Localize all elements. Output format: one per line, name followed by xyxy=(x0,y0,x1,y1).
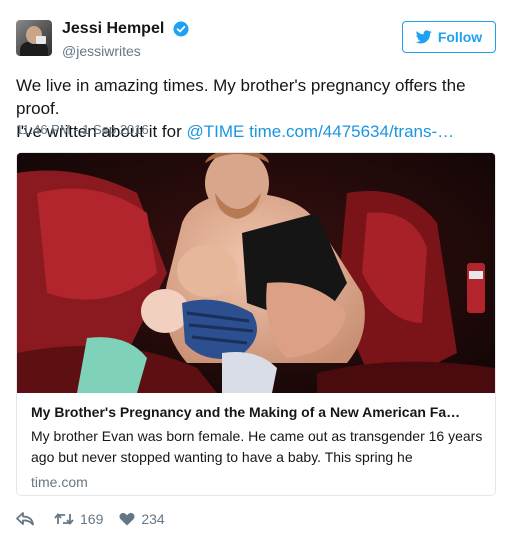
link-card[interactable]: My Brother's Pregnancy and the Making of… xyxy=(16,152,496,496)
tweet-header: Jessi Hempel @jessiwrites Follow xyxy=(16,18,496,60)
avatar-shirt xyxy=(20,42,48,56)
url-link[interactable]: time.com/4475634/trans-… xyxy=(249,122,454,141)
like-button[interactable]: 234 xyxy=(119,511,165,527)
reply-icon xyxy=(16,512,34,526)
reply-button[interactable] xyxy=(16,512,34,526)
avatar[interactable] xyxy=(16,20,52,56)
follow-button[interactable]: Follow xyxy=(402,21,496,53)
avatar-phone xyxy=(36,36,46,44)
twitter-bird-icon xyxy=(415,30,432,44)
follow-label: Follow xyxy=(437,29,483,45)
card-body: My Brother's Pregnancy and the Making of… xyxy=(31,403,483,490)
timestamp[interactable]: 11:46 PM - 1 Sep 2016 xyxy=(16,122,149,137)
card-title[interactable]: My Brother's Pregnancy and the Making of… xyxy=(31,403,483,422)
verified-badge-icon xyxy=(173,21,189,37)
heart-icon xyxy=(119,512,135,526)
tweet-actions: 169 234 xyxy=(16,508,165,530)
mention-link[interactable]: @TIME xyxy=(187,122,245,141)
user-handle[interactable]: @jessiwrites xyxy=(62,43,189,59)
retweet-button[interactable]: 169 xyxy=(54,511,103,527)
card-description: My brother Evan was born female. He came… xyxy=(31,428,483,465)
retweet-icon xyxy=(54,513,74,525)
like-count: 234 xyxy=(141,511,165,527)
user-names: Jessi Hempel @jessiwrites xyxy=(62,20,189,59)
tweet-text-line-1: We live in amazing times. My brother's p… xyxy=(16,76,466,118)
display-name[interactable]: Jessi Hempel xyxy=(62,20,164,38)
card-domain: time.com xyxy=(31,474,88,490)
card-image xyxy=(17,153,495,393)
retweet-count: 169 xyxy=(80,511,104,527)
